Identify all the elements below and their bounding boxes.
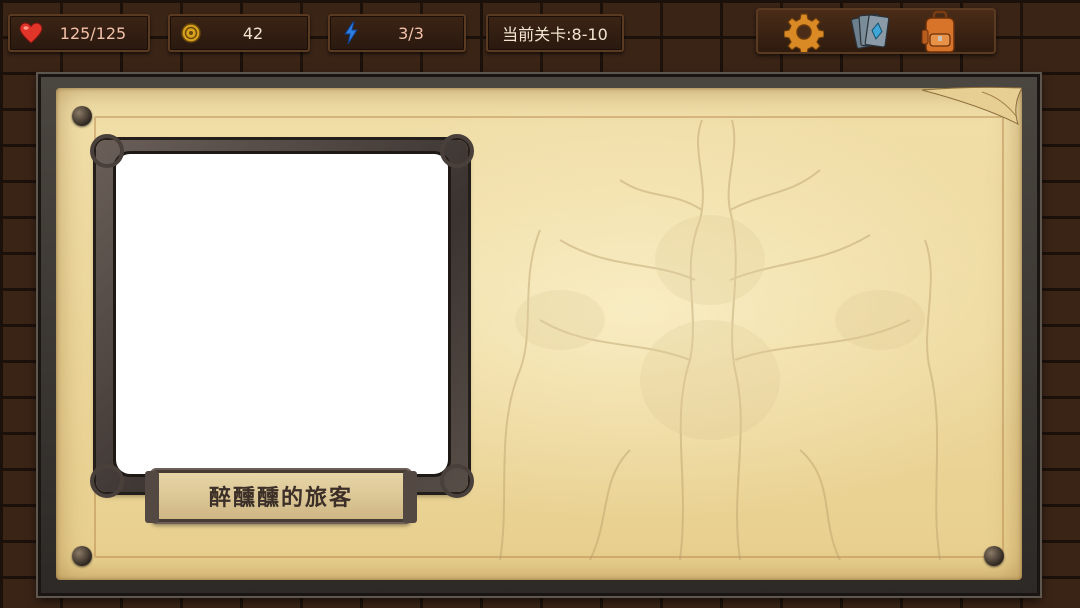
backpack-button[interactable] <box>918 10 962 53</box>
heart-icon <box>16 22 46 44</box>
toolbar <box>756 8 996 54</box>
frame-corner-ornament <box>440 134 474 168</box>
card-deck-button[interactable] <box>850 12 894 52</box>
backpack-icon <box>921 10 955 53</box>
health-value: 125/125 <box>59 23 127 43</box>
card-deck-icon <box>850 13 890 49</box>
rivet-top-left <box>72 106 92 126</box>
portrait-frame <box>90 134 474 498</box>
frame-corner-ornament <box>90 464 124 498</box>
stage-label: 当前关卡:8-10 <box>502 25 608 44</box>
health-display: 125/125 <box>8 14 150 52</box>
settings-button[interactable] <box>782 12 826 52</box>
rivet-bottom-left <box>72 546 92 566</box>
gear-icon <box>784 13 824 52</box>
energy-display: 3/3 <box>328 14 466 52</box>
name-plate-left-cap <box>145 471 159 523</box>
portrait-image-area <box>116 154 448 474</box>
coin-value: 42 <box>242 23 264 43</box>
coin-icon <box>176 22 206 44</box>
name-plate-right-cap <box>403 471 417 523</box>
frame-corner-ornament <box>440 464 474 498</box>
lightning-icon <box>336 21 366 45</box>
character-name-plate: 醉醺醺的旅客 <box>145 470 417 523</box>
energy-value: 3/3 <box>398 23 424 43</box>
tree-sketch-illustration <box>499 119 941 561</box>
coin-display: 42 <box>168 14 310 52</box>
character-name: 醉醺醺的旅客 <box>208 486 353 511</box>
frame-corner-ornament <box>90 134 124 168</box>
stage-display: 当前关卡:8-10 <box>486 14 624 52</box>
